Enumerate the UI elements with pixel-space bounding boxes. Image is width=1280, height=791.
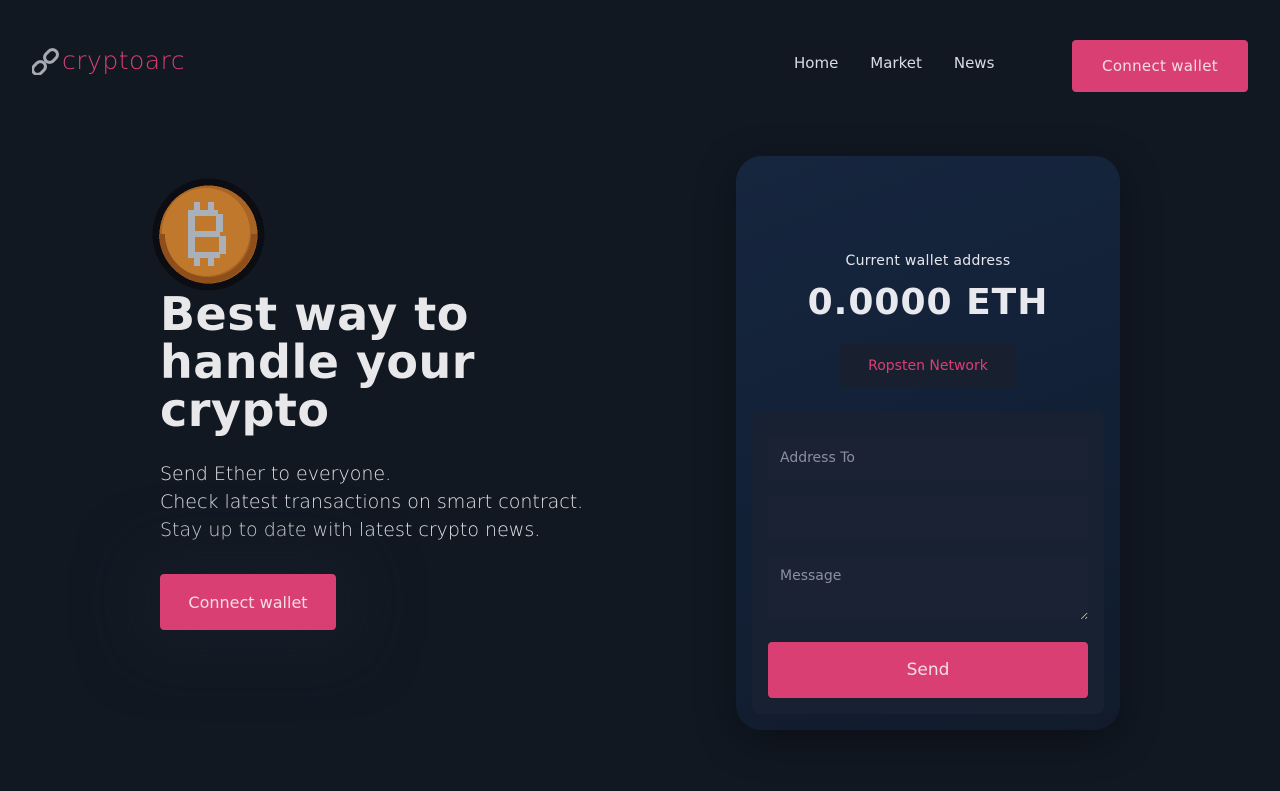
address-to-input[interactable]	[768, 436, 1088, 480]
wallet-card: Current wallet address 0.0000 ETH Ropste…	[736, 156, 1120, 730]
main-nav: Home Market News	[794, 54, 994, 72]
bitcoin-coin-icon	[152, 178, 265, 291]
hero-line-send: Send Ether to everyone.	[160, 463, 392, 485]
network-badge: Ropsten Network	[840, 344, 1016, 388]
hero-description: Send Ether to everyone. Check latest tra…	[160, 460, 680, 544]
hero-headline: Best way to handle your crypto	[160, 287, 475, 437]
hero-line-transactions: Check latest transactions on smart contr…	[160, 491, 584, 513]
link-icon	[32, 47, 59, 75]
connect-wallet-button-header[interactable]: Connect wallet	[1072, 40, 1248, 92]
message-input[interactable]	[768, 556, 1088, 620]
connect-wallet-button-hero[interactable]: Connect wallet	[160, 574, 336, 630]
logo[interactable]: cryptoarc	[32, 46, 185, 75]
wallet-address-label: Current wallet address	[845, 253, 1011, 269]
send-form: Send	[752, 412, 1104, 714]
nav-market[interactable]: Market	[870, 54, 922, 72]
wallet-balance: 0.0000 ETH	[807, 282, 1049, 323]
logo-text: cryptoarc	[62, 46, 186, 75]
amount-input[interactable]	[768, 496, 1088, 540]
nav-home[interactable]: Home	[794, 54, 838, 72]
nav-news[interactable]: News	[954, 54, 995, 72]
hero-line-news: Stay up to date with latest crypto news.	[160, 519, 541, 541]
send-button[interactable]: Send	[768, 642, 1088, 698]
